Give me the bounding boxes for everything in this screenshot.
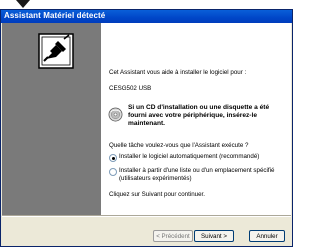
radio-auto-install[interactable]	[109, 154, 117, 162]
cd-prompt: Si un CD d'installation ou une disquette…	[128, 104, 270, 127]
hardware-wizard-icon	[38, 33, 74, 69]
button-divider	[2, 215, 291, 217]
previous-button[interactable]: < Précédent	[153, 230, 193, 242]
next-button[interactable]: Suivant >	[194, 230, 234, 242]
cd-disk-icon	[108, 107, 123, 122]
intro-text: Cet Assistant vous aide à installer le l…	[109, 69, 247, 76]
title-bar[interactable]: Assistant Matériel détecté	[1, 10, 292, 23]
arrow-marker-icon	[16, 0, 30, 8]
option-auto-install-label[interactable]: Installer le logiciel automatiquement (r…	[119, 153, 259, 161]
device-name: CESG502 USB	[109, 85, 152, 92]
wizard-window: Assistant Matériel détecté Cet Assistant…	[0, 9, 293, 247]
screenshot-stage: Assistant Matériel détecté Cet Assistant…	[0, 0, 293, 247]
cancel-button[interactable]: Annuler	[249, 230, 285, 242]
window-title: Assistant Matériel détecté	[4, 11, 106, 20]
task-question: Quelle tâche voulez-vous que l'Assistant…	[109, 142, 249, 149]
radio-manual-install[interactable]	[109, 168, 117, 176]
wizard-content: Cet Assistant vous aide à installer le l…	[101, 23, 291, 215]
option-manual-install-label[interactable]: Installer à partir d'une liste ou d'un e…	[119, 167, 287, 182]
continue-hint: Cliquez sur Suivant pour continuer.	[109, 191, 205, 198]
wizard-side-panel	[2, 23, 101, 215]
